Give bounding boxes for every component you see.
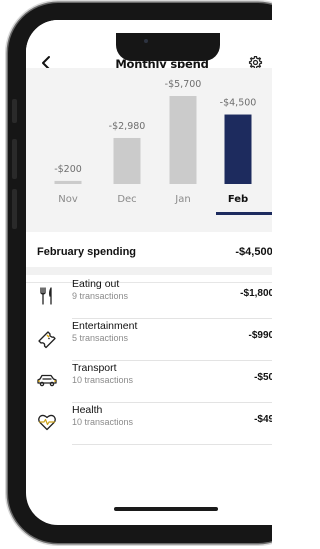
list-item-health[interactable]: Health 10 transactions -$49.28 [26, 403, 272, 445]
tab-jan[interactable]: Jan [160, 194, 206, 205]
screen: Monthly spend -$200 -$2,980 -$5,700 -$4,500… [26, 20, 272, 525]
list-item-count: 9 transactions [72, 291, 129, 301]
list-item-name: Eating out [72, 278, 120, 290]
divider [72, 444, 272, 445]
bar-feb[interactable] [224, 114, 252, 184]
list-item-eating-out[interactable]: Eating out 9 transactions -$1,800.00 [26, 277, 272, 319]
volume-down-button [12, 189, 17, 229]
list-item-count: 10 transactions [72, 417, 134, 427]
notch [116, 33, 220, 61]
list-item-name: Health [72, 404, 103, 416]
tab-nov[interactable]: Nov [45, 194, 91, 205]
tab-feb[interactable]: Feb [215, 194, 261, 205]
silent-switch [12, 99, 17, 123]
fork-knife-icon [36, 285, 58, 307]
bar-value-label-dec: -$2,980 [109, 121, 146, 132]
list-item-name: Entertainment [72, 320, 138, 332]
volume-up-button [12, 139, 17, 179]
list-item-amount: -$1,800.00 [240, 288, 272, 299]
bar-value-label-jan: -$5,700 [165, 79, 202, 90]
summary-title: February spending [37, 246, 137, 258]
list-item-amount: -$50.00 [254, 372, 272, 383]
month-tabs: Nov Dec Jan Feb [26, 184, 272, 215]
list-item-count: 5 transactions [72, 333, 129, 343]
stage: Monthly spend -$200 -$2,980 -$5,700 -$4,500… [0, 0, 272, 549]
ticket-icon [36, 327, 58, 349]
spend-chart-svg: -$200 -$2,980 -$5,700 -$4,500 [54, 79, 257, 184]
bar-dec[interactable] [113, 137, 141, 184]
list-item-count: 10 transactions [72, 375, 134, 385]
active-tab-underline [216, 212, 272, 215]
list-item-entertainment[interactable]: Entertainment 5 transactions -$990.00 [26, 319, 272, 361]
home-indicator[interactable] [114, 507, 218, 511]
list-item-amount: -$990.00 [248, 330, 272, 341]
heart-pulse-icon [36, 411, 58, 433]
car-icon [36, 369, 58, 391]
list-item-name: Transport [72, 362, 117, 374]
list-item-amount: -$49.28 [254, 414, 272, 425]
tab-dec[interactable]: Dec [104, 194, 150, 205]
bar-value-label-feb: -$4,500 [220, 98, 257, 109]
section-separator [26, 267, 272, 275]
bar-jan[interactable] [169, 96, 197, 184]
camera-dot [144, 39, 148, 43]
list-item-transport[interactable]: Transport 10 transactions -$50.00 [26, 361, 272, 403]
summary-total: -$4,500.00 [235, 246, 272, 258]
bar-value-label-nov: -$200 [54, 164, 82, 175]
